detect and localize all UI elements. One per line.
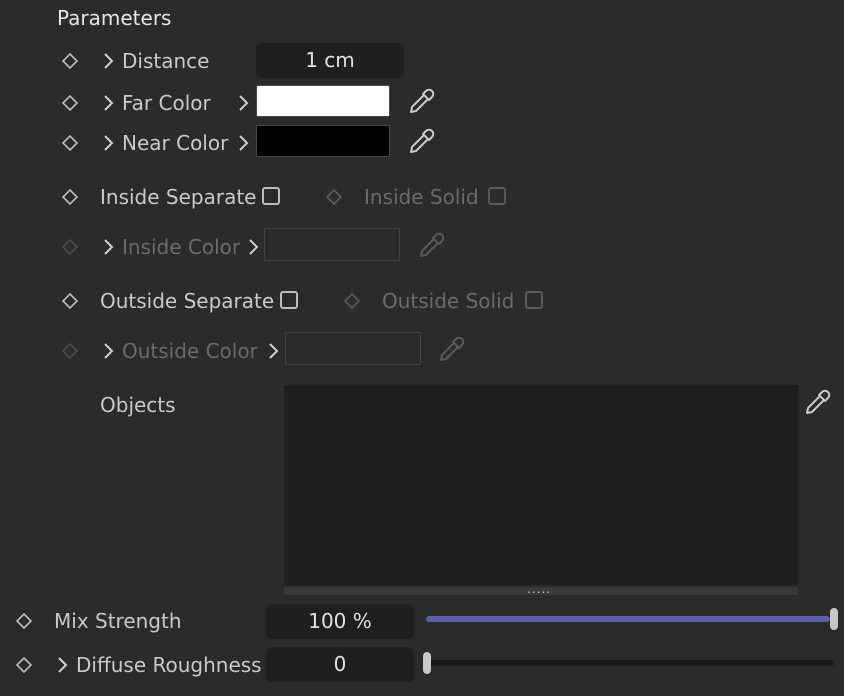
distance-field[interactable]: 1 cm <box>256 43 404 78</box>
outside-solid-checkbox <box>525 291 543 309</box>
objects-label: Objects <box>100 393 176 417</box>
keyframe-diamond-icon[interactable] <box>16 613 32 629</box>
chevron-right-icon[interactable] <box>237 94 251 112</box>
eyedropper-icon <box>440 336 465 361</box>
keyframe-diamond-icon[interactable] <box>16 657 32 673</box>
chevron-right-icon <box>269 343 279 359</box>
distance-label: Distance <box>122 49 210 73</box>
keyframe-diamond-icon[interactable] <box>62 53 78 69</box>
near-color-swatch[interactable] <box>256 125 390 157</box>
outside-separate-checkbox[interactable] <box>280 291 298 309</box>
diffuse-roughness-slider-track[interactable] <box>426 660 834 666</box>
inside-solid-checkbox <box>488 187 506 205</box>
resize-grip-dots: ..... <box>527 582 552 596</box>
chevron-right-icon[interactable] <box>56 656 70 674</box>
keyframe-diamond-icon <box>344 293 360 309</box>
mix-strength-slider-knob[interactable] <box>830 608 838 630</box>
chevron-right-icon <box>249 239 259 255</box>
eyedropper-icon[interactable] <box>802 386 834 418</box>
eyedropper-icon[interactable] <box>406 85 438 117</box>
diffuse-roughness-label: Diffuse Roughness <box>76 653 262 677</box>
far-color-swatch[interactable] <box>256 85 390 117</box>
inside-color-label: Inside Color <box>122 235 241 259</box>
keyframe-diamond-icon <box>62 343 78 359</box>
chevron-right-icon <box>104 239 114 255</box>
diffuse-roughness-field[interactable]: 0 <box>266 647 414 682</box>
outside-color-label: Outside Color <box>122 339 258 363</box>
chevron-right-icon[interactable] <box>102 94 116 112</box>
keyframe-diamond-icon[interactable] <box>62 95 78 111</box>
inside-solid-label: Inside Solid <box>364 185 479 209</box>
chevron-right-icon[interactable] <box>102 52 116 70</box>
diffuse-roughness-slider-knob[interactable] <box>423 652 431 674</box>
far-color-label: Far Color <box>122 91 211 115</box>
inside-separate-checkbox[interactable] <box>262 187 280 205</box>
keyframe-diamond-icon <box>326 189 342 205</box>
chevron-right-icon[interactable] <box>102 134 116 152</box>
chevron-right-icon[interactable] <box>237 134 251 152</box>
keyframe-diamond-icon[interactable] <box>62 293 78 309</box>
keyframe-diamond-icon <box>62 239 78 255</box>
chevron-right-icon <box>104 343 114 359</box>
near-color-label: Near Color <box>122 131 229 155</box>
mix-strength-field[interactable]: 100 % <box>266 604 414 639</box>
outside-solid-label: Outside Solid <box>382 289 515 313</box>
mix-strength-slider-fill <box>426 616 830 622</box>
mix-strength-label: Mix Strength <box>54 609 182 633</box>
inside-color-swatch <box>264 228 400 261</box>
outside-color-swatch <box>285 332 421 365</box>
inside-separate-label: Inside Separate <box>100 185 257 209</box>
keyframe-diamond-icon[interactable] <box>62 189 78 205</box>
eyedropper-icon <box>420 232 445 257</box>
outside-separate-label: Outside Separate <box>100 289 275 313</box>
eyedropper-icon[interactable] <box>406 125 438 157</box>
keyframe-diamond-icon[interactable] <box>62 135 78 151</box>
objects-list[interactable] <box>284 385 798 585</box>
section-title: Parameters <box>57 6 172 30</box>
